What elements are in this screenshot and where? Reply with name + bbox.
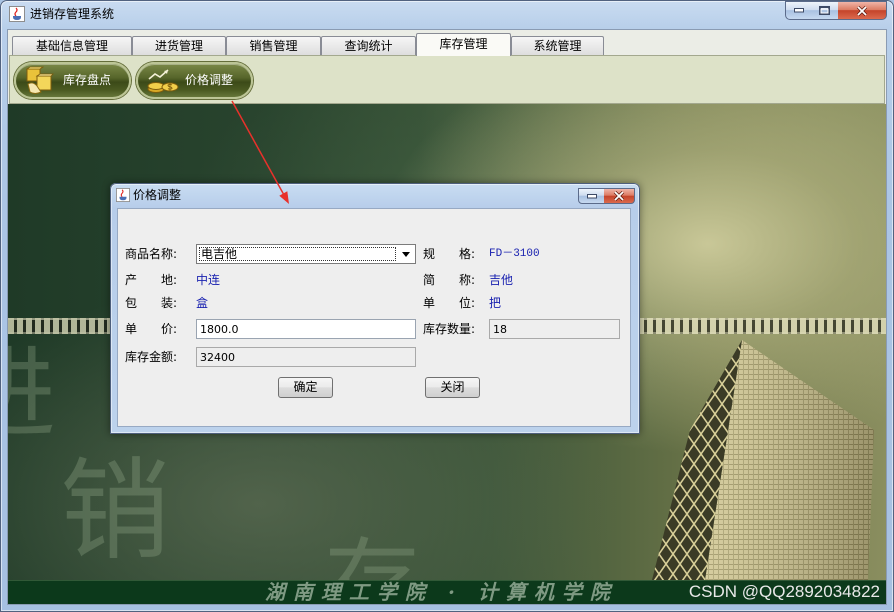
package-label: 包 装: <box>125 296 178 310</box>
stock-qty-label: 库存数量: <box>423 322 476 336</box>
combo-dropdown-button[interactable] <box>396 245 415 263</box>
package-value: 盒 <box>196 296 209 310</box>
stock-qty-field <box>489 319 620 339</box>
banner-text: 湖南理工学院 · 计算机学院 <box>265 580 618 604</box>
java-cup-icon <box>9 6 25 22</box>
close-icon <box>856 5 868 16</box>
price-adjust-dialog: 价格调整 商品名称: 电吉他 规 格: FD－3100 产 地: 中连 简 称:… <box>110 183 640 434</box>
tab-system[interactable]: 系统管理 <box>511 36 604 56</box>
product-name-selected: 电吉他 <box>199 247 396 261</box>
close-button[interactable]: 关闭 <box>425 377 480 398</box>
dialog-close-button[interactable] <box>604 188 635 204</box>
product-name-label: 商品名称: <box>125 247 178 261</box>
origin-value: 中连 <box>196 273 221 287</box>
maximize-icon <box>819 6 830 15</box>
price-adjust-label: 价格调整 <box>185 73 234 87</box>
inventory-boxes-icon <box>25 66 54 94</box>
credit-text: CSDN @QQ2892034822 <box>688 582 880 601</box>
product-name-combobox[interactable]: 电吉他 <box>196 244 416 264</box>
window-maximize-button[interactable] <box>811 1 839 20</box>
inventory-check-button[interactable]: 库存盘点 <box>14 62 131 99</box>
dialog-title: 价格调整 <box>133 188 182 202</box>
unit-price-input[interactable] <box>196 319 416 339</box>
window-title: 进销存管理系统 <box>30 7 115 21</box>
window-minimize-button[interactable] <box>785 1 812 20</box>
minimize-icon <box>586 193 597 198</box>
unit-price-label: 单 价: <box>125 322 178 336</box>
java-cup-icon <box>116 188 130 202</box>
app-window: 进销存管理系统 基础信息管理 进货管理 销售管理 查询统计 库存管理 系统管理 <box>0 0 894 612</box>
footer-banner: 湖南理工学院 · 计算机学院 CSDN @QQ2892034822 <box>8 580 886 604</box>
chevron-down-icon <box>402 252 410 257</box>
close-icon <box>613 191 625 201</box>
tab-inventory[interactable]: 库存管理 <box>416 33 511 56</box>
window-close-button[interactable] <box>838 1 887 20</box>
unit-label: 单 位: <box>423 296 476 310</box>
toolbar-panel: 库存盘点 价格调整 <box>9 55 885 104</box>
dialog-body: 商品名称: 电吉他 规 格: FD－3100 产 地: 中连 简 称: 吉他 包… <box>117 208 631 427</box>
spec-label: 规 格: <box>423 247 476 261</box>
price-coins-icon <box>147 69 179 93</box>
tab-purchase[interactable]: 进货管理 <box>132 36 226 56</box>
price-adjust-button[interactable]: 价格调整 <box>136 62 253 99</box>
ok-button[interactable]: 确定 <box>278 377 333 398</box>
stock-amount-field <box>196 347 416 367</box>
origin-label: 产 地: <box>125 273 178 287</box>
dialog-minimize-button[interactable] <box>578 188 605 204</box>
short-name-value: 吉他 <box>489 273 514 287</box>
minimize-icon <box>793 8 804 13</box>
stock-amount-label: 库存金额: <box>125 350 178 364</box>
tab-query-stats[interactable]: 查询统计 <box>321 36 416 56</box>
tab-sales[interactable]: 销售管理 <box>226 36 321 56</box>
inventory-check-label: 库存盘点 <box>63 73 112 87</box>
unit-value: 把 <box>489 296 502 310</box>
tab-basic-info[interactable]: 基础信息管理 <box>12 36 132 56</box>
spec-value: FD－3100 <box>489 248 540 260</box>
short-name-label: 简 称: <box>423 273 476 287</box>
